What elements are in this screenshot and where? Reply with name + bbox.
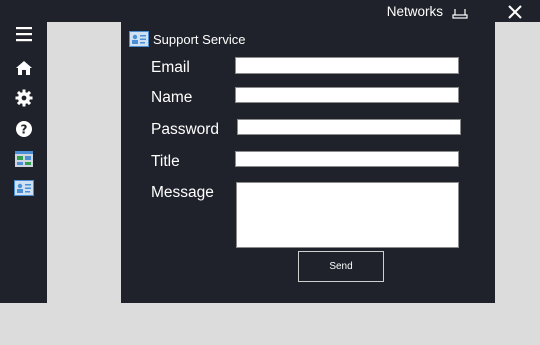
help-icon[interactable]: ? [12, 117, 36, 141]
message-label: Message [151, 184, 214, 201]
gear-icon[interactable] [12, 86, 36, 110]
networks-label[interactable]: Networks [387, 4, 443, 19]
name-field[interactable] [235, 87, 459, 103]
panel-header: Support Service [129, 30, 246, 48]
title-field[interactable] [235, 151, 459, 167]
message-textarea[interactable] [236, 182, 459, 248]
close-icon[interactable] [506, 3, 524, 21]
panel-title: Support Service [153, 31, 246, 47]
svg-text:?: ? [21, 122, 28, 136]
support-card-icon [129, 31, 149, 47]
password-label: Password [151, 121, 220, 138]
title-label: Title [151, 153, 180, 170]
support-service-panel: Support Service Email Name Password Titl… [121, 22, 495, 303]
support-card-icon[interactable] [12, 176, 36, 200]
name-label: Name [151, 89, 193, 106]
sidebar: ? [0, 22, 47, 303]
title-bar: Networks [0, 0, 540, 22]
home-icon[interactable] [12, 56, 36, 80]
email-field[interactable] [235, 57, 459, 74]
dashboard-icon[interactable] [12, 147, 36, 171]
hamburger-menu-icon[interactable] [12, 22, 36, 46]
network-icon[interactable] [452, 7, 468, 19]
send-button[interactable]: Send [298, 251, 384, 282]
password-field[interactable] [237, 119, 461, 135]
email-label: Email [151, 59, 190, 76]
